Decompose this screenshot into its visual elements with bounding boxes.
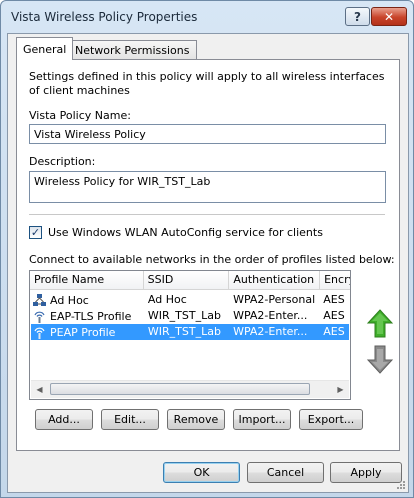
edit-button[interactable]: Edit... bbox=[101, 409, 159, 430]
column-header-profile-name[interactable]: Profile Name bbox=[30, 271, 144, 289]
profile-ssid: WIR_TST_Lab bbox=[147, 309, 221, 322]
profile-name: Ad Hoc bbox=[50, 293, 89, 307]
title-bar[interactable]: Vista Wireless Policy Properties ? ✕ bbox=[1, 1, 413, 35]
list-item-selected[interactable]: PEAP Profile WIR_TST_Lab WPA2-Enter... A… bbox=[31, 324, 349, 340]
scroll-right-icon[interactable]: ▶ bbox=[332, 381, 349, 398]
import-button[interactable]: Import... bbox=[233, 409, 291, 430]
move-up-button[interactable] bbox=[365, 307, 395, 340]
dialog-window: Vista Wireless Policy Properties ? ✕ Gen… bbox=[0, 0, 414, 498]
window-title: Vista Wireless Policy Properties bbox=[11, 10, 198, 24]
profile-name: EAP-TLS Profile bbox=[50, 309, 132, 323]
export-button[interactable]: Export... bbox=[299, 409, 363, 430]
description-input[interactable]: Wireless Policy for WIR_TST_Lab bbox=[29, 171, 386, 203]
wireless-network-icon bbox=[34, 311, 45, 323]
profiles-list-header: Profile Name SSID Authentication Encry bbox=[30, 271, 350, 290]
profile-ssid: Ad Hoc bbox=[147, 293, 187, 306]
profile-ssid: WIR_TST_Lab bbox=[147, 325, 221, 338]
cancel-button[interactable]: Cancel bbox=[247, 462, 324, 483]
profile-authentication: WPA2-Enter... bbox=[233, 325, 308, 338]
profile-encryption: AES bbox=[323, 293, 345, 306]
column-header-encryption[interactable]: Encry bbox=[320, 271, 350, 289]
profile-authentication: WPA2-Personal bbox=[233, 293, 316, 306]
close-button[interactable]: ✕ bbox=[371, 7, 407, 26]
policy-name-label: Vista Policy Name: bbox=[29, 109, 131, 122]
list-item[interactable]: Ad Hoc Ad Hoc WPA2-Personal AES bbox=[31, 292, 349, 308]
help-icon: ? bbox=[354, 9, 361, 24]
tab-general[interactable]: General bbox=[16, 37, 74, 60]
move-down-button[interactable] bbox=[365, 343, 395, 376]
profile-encryption: AES bbox=[323, 325, 345, 338]
list-item[interactable]: EAP-TLS Profile WIR_TST_Lab WPA2-Enter..… bbox=[31, 308, 349, 324]
autoconfig-label[interactable]: Use Windows WLAN AutoConfig service for … bbox=[48, 226, 323, 240]
connect-order-label: Connect to available networks in the ord… bbox=[29, 253, 395, 266]
tab-network-permissions[interactable]: Network Permissions bbox=[68, 40, 197, 60]
intro-text: Settings defined in this policy will app… bbox=[29, 70, 385, 97]
column-header-ssid[interactable]: SSID bbox=[144, 271, 230, 289]
description-label: Description: bbox=[29, 155, 96, 168]
policy-name-input[interactable]: Vista Wireless Policy bbox=[29, 124, 386, 144]
add-button[interactable]: Add... bbox=[35, 409, 93, 430]
arrow-up-icon bbox=[366, 309, 394, 338]
dialog-client-area: General Network Permissions Settings def… bbox=[7, 33, 409, 493]
apply-button[interactable]: Apply bbox=[330, 462, 402, 483]
wireless-network-icon bbox=[34, 327, 45, 339]
help-button[interactable]: ? bbox=[345, 7, 370, 26]
column-header-authentication[interactable]: Authentication bbox=[229, 271, 321, 289]
horizontal-scrollbar[interactable]: ◀ ▶ bbox=[31, 380, 349, 398]
scroll-left-icon[interactable]: ◀ bbox=[31, 381, 48, 398]
close-icon: ✕ bbox=[383, 9, 395, 24]
profile-authentication: WPA2-Enter... bbox=[233, 309, 308, 322]
adhoc-network-icon bbox=[33, 293, 46, 306]
resize-grip-icon[interactable] bbox=[396, 480, 406, 490]
ok-button[interactable]: OK bbox=[163, 462, 240, 483]
profile-encryption: AES bbox=[323, 309, 345, 322]
autoconfig-checkbox[interactable]: ✓ bbox=[29, 226, 42, 239]
remove-button[interactable]: Remove bbox=[167, 409, 225, 430]
profiles-list[interactable]: Profile Name SSID Authentication Encry A… bbox=[29, 270, 351, 400]
scrollbar-thumb[interactable] bbox=[50, 383, 310, 395]
arrow-down-icon bbox=[366, 345, 394, 374]
profile-name: PEAP Profile bbox=[50, 325, 116, 339]
separator bbox=[29, 214, 385, 215]
general-tab-page: Settings defined in this policy will app… bbox=[16, 59, 400, 451]
